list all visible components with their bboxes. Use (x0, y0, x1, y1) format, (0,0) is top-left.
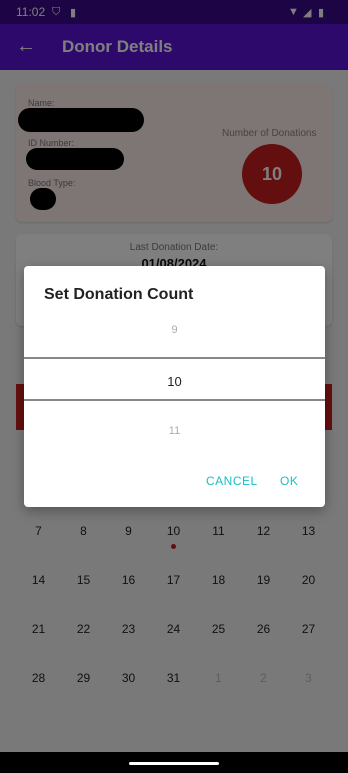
home-gesture-handle[interactable] (129, 762, 219, 765)
ok-button[interactable]: OK (280, 474, 298, 488)
picker-divider-top (24, 357, 325, 359)
set-donation-count-dialog: Set Donation Count 9 10 11 CANCEL OK (24, 266, 325, 507)
navigation-bar (0, 752, 348, 773)
picker-next-value[interactable]: 11 (24, 425, 325, 437)
dialog-title: Set Donation Count (44, 286, 194, 303)
picker-selected-value[interactable]: 10 (24, 374, 325, 389)
picker-divider-bottom (24, 399, 325, 401)
picker-prev-value[interactable]: 9 (24, 324, 325, 336)
cancel-button[interactable]: CANCEL (206, 474, 258, 488)
